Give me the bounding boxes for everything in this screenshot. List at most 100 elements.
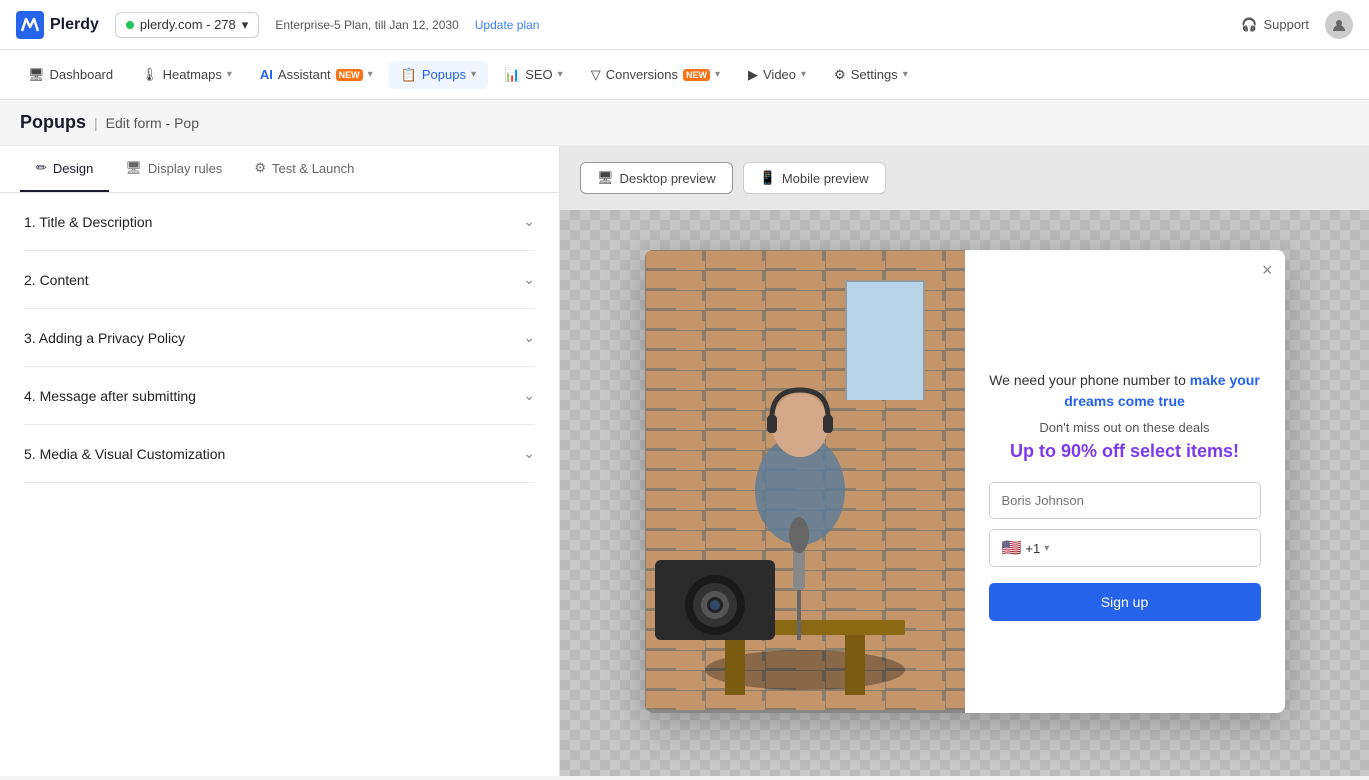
tab-design-label: Design xyxy=(53,161,93,176)
main-layout: ✏ Design 🖥 Display rules ⚙ Test & Launch… xyxy=(0,146,1369,776)
support-label: Support xyxy=(1263,17,1309,32)
assistant-new-badge: NEW xyxy=(336,69,363,81)
tab-design[interactable]: ✏ Design xyxy=(20,146,109,192)
mobile-preview-button[interactable]: 📱 Mobile preview xyxy=(743,162,886,194)
popup-name-input[interactable] xyxy=(989,482,1261,519)
seo-icon: 📊 xyxy=(504,67,520,83)
user-avatar[interactable] xyxy=(1325,11,1353,39)
nav-conversions[interactable]: ▽ Conversions NEW ▾ xyxy=(579,61,732,89)
popup-headline-text: We need your phone number to make your d… xyxy=(989,370,1261,412)
nav-video[interactable]: ▶ Video ▾ xyxy=(736,61,818,89)
popup-subtext: Don't miss out on these deals xyxy=(989,420,1261,435)
site-name: plerdy.com - 278 xyxy=(140,17,236,32)
popups-chevron-icon: ▾ xyxy=(471,69,476,80)
popup-preview: × We need your phone number to make your… xyxy=(645,250,1285,713)
tab-bar: ✏ Design 🖥 Display rules ⚙ Test & Launch xyxy=(0,146,559,193)
mobile-preview-label: Mobile preview xyxy=(782,171,869,186)
accordion-message-label: 4. Message after submitting xyxy=(24,388,196,404)
dashboard-icon: 🖥 xyxy=(28,67,45,83)
accordion-title-desc-header[interactable]: 1. Title & Description ⌄ xyxy=(24,193,535,250)
right-panel: 🖥 Desktop preview 📱 Mobile preview xyxy=(560,146,1369,776)
flag-icon: 🇺🇸 xyxy=(1002,538,1022,558)
popup-offer: Up to 90% off select items! xyxy=(989,441,1261,462)
signup-button[interactable]: Sign up xyxy=(989,583,1261,621)
settings-icon: ⚙ xyxy=(834,67,846,83)
logo-text: Plerdy xyxy=(50,16,99,34)
popups-icon: 📋 xyxy=(401,67,417,83)
site-status-dot xyxy=(126,21,134,29)
accordion-privacy-header[interactable]: 3. Adding a Privacy Policy ⌄ xyxy=(24,309,535,366)
nav-dashboard[interactable]: 🖥 Dashboard xyxy=(16,61,125,89)
nav-seo-label: SEO xyxy=(525,67,552,82)
update-plan-link[interactable]: Update plan xyxy=(475,18,540,32)
nav-popups-label: Popups xyxy=(422,67,466,82)
conversions-icon: ▽ xyxy=(591,67,601,83)
conversions-chevron-icon: ▾ xyxy=(715,69,720,80)
breadcrumb-separator: | xyxy=(94,115,98,131)
accordion-message-header[interactable]: 4. Message after submitting ⌄ xyxy=(24,367,535,424)
popup-phone-field[interactable]: 🇺🇸 +1 ▾ xyxy=(989,529,1261,567)
settings-chevron-icon: ▾ xyxy=(903,69,908,80)
accordion-title-desc-chevron-icon: ⌄ xyxy=(523,213,535,230)
breadcrumb-subtitle: Edit form - Pop xyxy=(106,115,199,131)
accordion-content-label: 2. Content xyxy=(24,272,89,288)
assistant-icon: AI xyxy=(260,67,273,82)
accordion: 1. Title & Description ⌄ 2. Content ⌄ 3.… xyxy=(0,193,559,483)
tab-display-rules-label: Display rules xyxy=(148,161,222,176)
monitor-icon: 🖥 xyxy=(125,160,142,176)
popup-headline-normal: We need your phone number to xyxy=(989,372,1190,388)
nav-assistant[interactable]: AI Assistant NEW ▾ xyxy=(248,61,385,88)
nav-conversions-label: Conversions xyxy=(606,67,678,82)
tab-test-launch-label: Test & Launch xyxy=(272,161,354,176)
support-button[interactable]: 🎧 Support xyxy=(1241,17,1309,33)
accordion-media-header[interactable]: 5. Media & Visual Customization ⌄ xyxy=(24,425,535,482)
accordion-content: 2. Content ⌄ xyxy=(24,251,535,309)
topbar-right: 🎧 Support xyxy=(1241,11,1353,39)
heatmaps-icon: 🌡 xyxy=(141,67,158,83)
accordion-media: 5. Media & Visual Customization ⌄ xyxy=(24,425,535,483)
left-panel: ✏ Design 🖥 Display rules ⚙ Test & Launch… xyxy=(0,146,560,776)
site-selector[interactable]: plerdy.com - 278 ▾ xyxy=(115,12,259,38)
video-icon: ▶ xyxy=(748,67,758,83)
accordion-content-header[interactable]: 2. Content ⌄ xyxy=(24,251,535,308)
nav-popups[interactable]: 📋 Popups ▾ xyxy=(389,61,488,89)
nav-video-label: Video xyxy=(763,67,796,82)
accordion-title-desc-label: 1. Title & Description xyxy=(24,214,152,230)
popup-form-panel: × We need your phone number to make your… xyxy=(965,250,1285,713)
accordion-title-desc: 1. Title & Description ⌄ xyxy=(24,193,535,251)
video-chevron-icon: ▾ xyxy=(801,69,806,80)
popup-image-panel xyxy=(645,250,965,713)
desktop-preview-button[interactable]: 🖥 Desktop preview xyxy=(580,162,733,194)
accordion-message-chevron-icon: ⌄ xyxy=(523,387,535,404)
plan-text: Enterprise-5 Plan, till Jan 12, 2030 xyxy=(275,18,458,32)
assistant-chevron-icon: ▾ xyxy=(368,69,373,80)
nav-heatmaps[interactable]: 🌡 Heatmaps ▾ xyxy=(129,61,244,89)
seo-chevron-icon: ▾ xyxy=(558,69,563,80)
preview-area: × We need your phone number to make your… xyxy=(560,210,1369,776)
nav-seo[interactable]: 📊 SEO ▾ xyxy=(492,61,575,89)
site-chevron-icon: ▾ xyxy=(242,17,249,33)
nav-heatmaps-label: Heatmaps xyxy=(163,67,222,82)
accordion-media-chevron-icon: ⌄ xyxy=(523,445,535,462)
page-title: Popups xyxy=(20,112,86,133)
conversions-new-badge: NEW xyxy=(683,69,710,81)
gear-icon: ⚙ xyxy=(254,160,266,176)
topbar: Plerdy plerdy.com - 278 ▾ Enterprise-5 P… xyxy=(0,0,1369,50)
tab-test-launch[interactable]: ⚙ Test & Launch xyxy=(238,146,370,192)
nav-dashboard-label: Dashboard xyxy=(50,67,114,82)
accordion-privacy-chevron-icon: ⌄ xyxy=(523,329,535,346)
desktop-preview-label: Desktop preview xyxy=(620,171,716,186)
breadcrumb: Popups | Edit form - Pop xyxy=(0,100,1369,146)
pencil-icon: ✏ xyxy=(36,160,47,176)
tab-display-rules[interactable]: 🖥 Display rules xyxy=(109,146,238,192)
accordion-media-label: 5. Media & Visual Customization xyxy=(24,446,225,462)
nav-settings[interactable]: ⚙ Settings ▾ xyxy=(822,61,920,89)
accordion-message: 4. Message after submitting ⌄ xyxy=(24,367,535,425)
phone-chevron-icon: ▾ xyxy=(1044,543,1049,554)
logo[interactable]: Plerdy xyxy=(16,11,99,39)
accordion-content-chevron-icon: ⌄ xyxy=(523,271,535,288)
mobile-icon: 📱 xyxy=(760,170,776,186)
accordion-privacy-label: 3. Adding a Privacy Policy xyxy=(24,330,185,346)
accordion-privacy: 3. Adding a Privacy Policy ⌄ xyxy=(24,309,535,367)
popup-close-button[interactable]: × xyxy=(1262,260,1273,281)
